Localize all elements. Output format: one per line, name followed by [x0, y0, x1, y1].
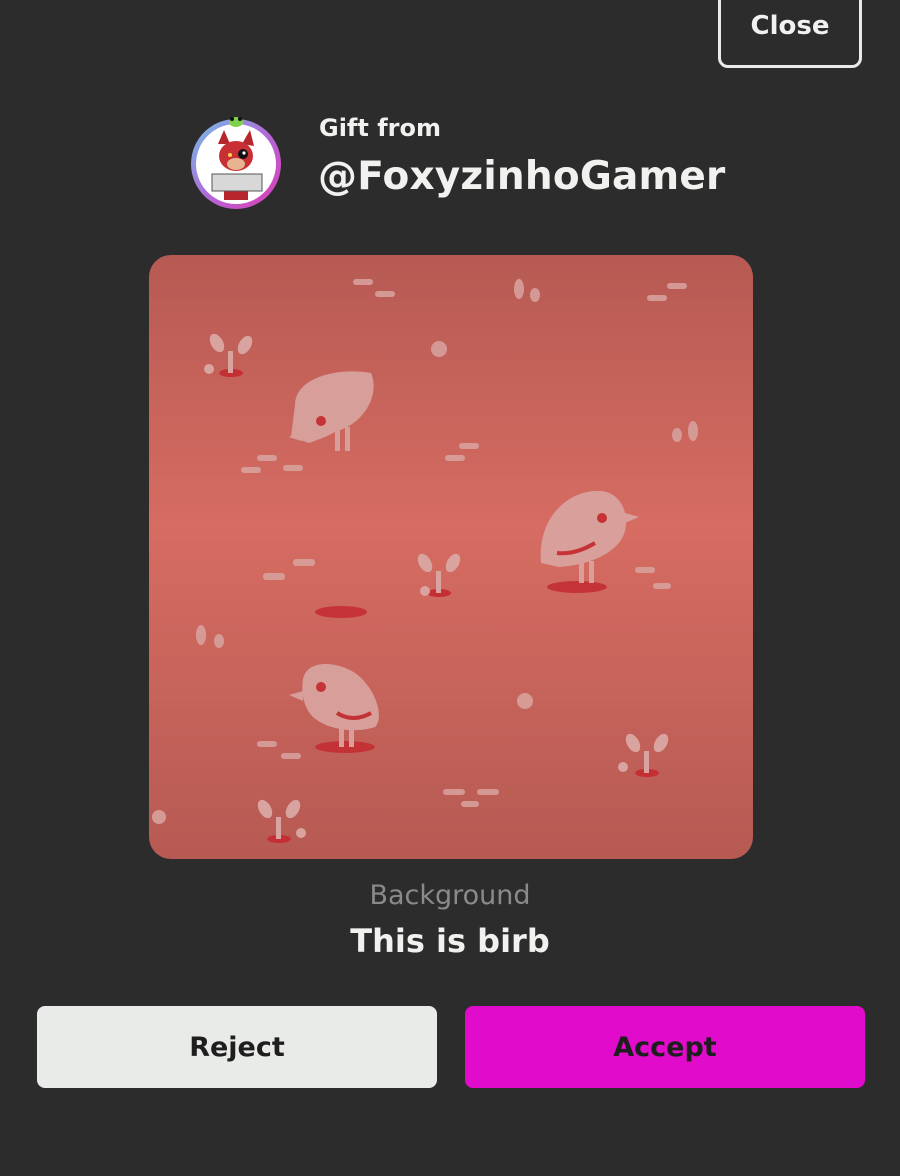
accept-button[interactable]: Accept [465, 1006, 865, 1088]
background-preview [149, 255, 753, 859]
background-preview-image [149, 255, 753, 859]
avatar-image [191, 117, 281, 209]
sender-username[interactable]: @FoxyzinhoGamer [318, 154, 725, 199]
item-type-label: Background [369, 880, 531, 911]
reject-button[interactable]: Reject [37, 1006, 437, 1088]
close-button[interactable]: Close [718, 0, 862, 68]
item-name: This is birb [350, 922, 550, 960]
avatar [188, 114, 284, 210]
gift-from-label: Gift from [319, 114, 441, 142]
